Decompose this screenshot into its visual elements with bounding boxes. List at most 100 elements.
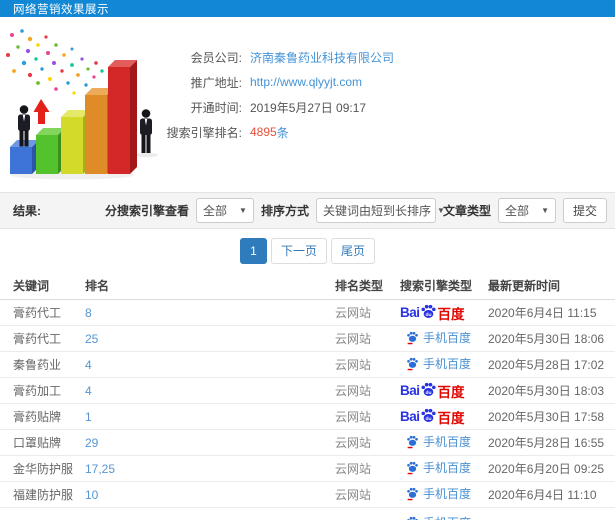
keyword-text: 膏药加工 (13, 384, 62, 398)
next-page-button[interactable]: 下一页 (270, 237, 327, 264)
rank-type-cell: 云网站 (335, 460, 400, 477)
sort-value: 关键词由短到长排序 (322, 204, 431, 218)
mobile-baidu-paw-icon (407, 487, 418, 500)
baidu-logo-baidu-text: 百度 (437, 384, 465, 400)
rank-type-text: 云网站 (335, 332, 372, 346)
keyword-cell: 膏药贴牌 (13, 408, 85, 425)
sort-label: 排序方式 (260, 204, 309, 218)
header-rank-type: 排名类型 (335, 279, 384, 293)
engine-filter-select[interactable]: 全部 ▼ (195, 198, 254, 223)
growth-arrow (33, 99, 50, 124)
promo-url-link[interactable]: http://www.qlyyjt.com (250, 75, 362, 89)
rank-link[interactable]: 10 (85, 488, 98, 502)
baidu-paw-icon: du (421, 408, 436, 422)
page-button-current[interactable]: 1 (239, 237, 267, 264)
marketing-chart-illustration (6, 29, 158, 180)
rank-cell: 4 (85, 358, 335, 372)
keyword-text: 膏药代工 (13, 306, 62, 320)
update-time-cell: 2020年5月28日 17:02 (488, 356, 615, 373)
mobile-baidu-text: 手机百度 (423, 357, 472, 372)
rank-type-cell: 云网站 (335, 304, 400, 321)
bar-green (36, 128, 65, 174)
rank-type-text: 云网站 (335, 410, 372, 424)
svg-text:du: du (425, 390, 431, 396)
last-page-button[interactable]: 尾页 (331, 237, 376, 264)
rank-type-text: 云网站 (335, 306, 372, 320)
engine-cell: Bai du 百度 (400, 381, 488, 401)
mobile-baidu-logo: 手机百度 (406, 355, 471, 372)
baidu-logo: Bai du 百度 (400, 381, 465, 401)
keyword-cell: 膏药代工 (13, 330, 85, 347)
update-time-text: 2020年6月4日 11:15 (488, 306, 597, 320)
update-time-text: 2020年6月20日 09:25 (488, 462, 605, 476)
rank-link[interactable]: 4 (85, 358, 92, 372)
promo-url-label: 推广地址: (190, 75, 242, 90)
field-open-time: 开通时间: 2019年5月27日 09:17 (156, 98, 394, 116)
mobile-baidu-paw-icon (407, 516, 418, 520)
page-title: 网络营销效果展示 (13, 3, 109, 16)
table-row: 口罩贴牌 29 云网站 Bai du 百度 (0, 430, 615, 456)
update-time-text: 2020年6月4日 11:10 (488, 488, 597, 502)
window-title-bar: 网络营销效果展示 (0, 0, 615, 17)
article-type-value: 全部 (504, 204, 529, 218)
baidu-logo: Bai du 百度 (400, 407, 465, 427)
field-member-company: 会员公司: 济南秦鲁药业科技有限公司 (156, 48, 394, 66)
update-time-text: 2020年5月30日 18:03 (488, 384, 605, 398)
businessman-right (136, 109, 158, 158)
mobile-baidu-logo: 手机百度 (406, 459, 471, 476)
rank-link[interactable]: 25 (85, 332, 98, 346)
update-time-cell: 2020年6月4日 11:10 (488, 486, 615, 503)
rank-cell: 25 (85, 332, 335, 346)
update-time-text: 2020年5月28日 17:02 (488, 358, 605, 372)
rank-link[interactable]: 8 (85, 306, 92, 320)
header-rank: 排名 (85, 279, 110, 293)
rank-link[interactable]: 29 (85, 436, 98, 450)
baidu-logo: Bai du 百度 (400, 303, 465, 323)
rank-link[interactable]: 1 (85, 410, 92, 424)
baidu-logo-bai-text: Bai (400, 383, 420, 398)
chevron-down-icon: ▼ (239, 206, 247, 215)
keyword-text: 膏药贴牌 (13, 410, 62, 424)
rank-type-cell: 云网站 (335, 356, 400, 373)
mobile-baidu-logo: 手机百度 (406, 329, 471, 346)
update-time-cell: 2020年6月4日 11:15 (488, 304, 615, 321)
mobile-baidu-text: 手机百度 (423, 487, 472, 502)
rank-type-text: 云网站 (335, 384, 372, 398)
filter-controls: 分搜索引擎查看 全部 ▼ 排序方式 关键词由短到长排序 ▼ 文章类型 全部 ▼ … (105, 198, 607, 223)
keyword-text: 口罩贴牌 (13, 436, 62, 450)
table-row: 膏药代工 25 云网站 Bai du 百度 (0, 326, 615, 352)
sort-select[interactable]: 关键词由短到长排序 ▼ (315, 198, 445, 223)
rank-cell: 4 (85, 384, 335, 398)
keyword-text: 福建防护服 (13, 488, 74, 502)
rank-link[interactable]: 4 (85, 384, 92, 398)
pagination: 1 下一页 尾页 (0, 229, 615, 272)
update-time-cell: 2020年5月30日 18:03 (488, 382, 615, 399)
update-time-cell: 2020年5月30日 18:06 (488, 330, 615, 347)
keyword-cell: 秦鲁药业 (13, 356, 85, 373)
member-company-link[interactable]: 济南秦鲁药业科技有限公司 (250, 49, 394, 66)
update-time-cell: 2020年5月30日 17:58 (488, 408, 615, 425)
mobile-baidu-paw-icon (407, 435, 418, 448)
mobile-baidu-paw-icon (407, 331, 418, 344)
field-engine-rank-count: 搜索引擎排名: 4895 条 (156, 123, 394, 141)
table-row: 秦鲁药业 4 云网站 Bai du 百度 (0, 352, 615, 378)
rank-type-cell: 云网站 (335, 382, 400, 399)
engine-rank-count-unit: 条 (276, 125, 289, 140)
rank-type-cell: 云网站 (335, 486, 400, 503)
mobile-baidu-text: 手机百度 (423, 435, 472, 450)
mobile-baidu-paw-icon (407, 461, 418, 474)
table-body: 膏药代工 8 云网站 Bai du 百度 2020年6月4日 11:15 膏药代… (0, 300, 615, 520)
bar-red (108, 60, 137, 174)
mobile-baidu-paw-icon (407, 357, 418, 370)
submit-button[interactable]: 提交 (562, 198, 607, 223)
baidu-logo-bai-text: Bai (400, 409, 420, 424)
baidu-logo-baidu-text: 百度 (437, 306, 465, 322)
keyword-text: 秦鲁药业 (13, 358, 62, 372)
confetti-dots (6, 29, 104, 95)
article-type-select[interactable]: 全部 ▼ (497, 198, 556, 223)
baidu-logo-baidu-text: 百度 (437, 410, 465, 426)
rank-type-cell: 云网站 (335, 330, 400, 347)
rank-cell: 17,25 (85, 462, 335, 476)
rank-link[interactable]: 17,25 (85, 462, 115, 476)
engine-rank-count-value: 4895 (250, 125, 277, 139)
